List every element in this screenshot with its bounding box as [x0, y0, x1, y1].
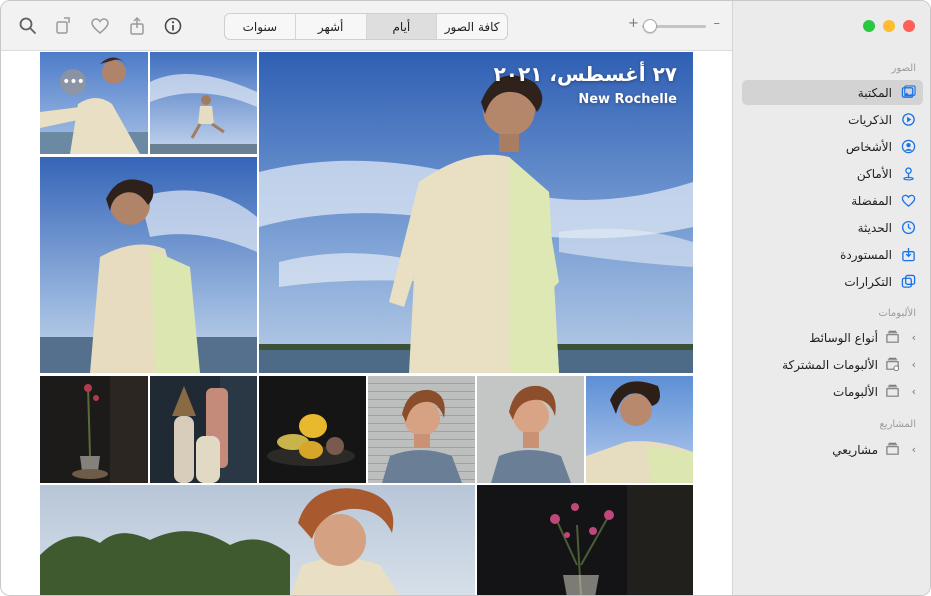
- sidebar-item-memories[interactable]: الذكريات: [742, 107, 923, 132]
- photo-thumb[interactable]: [40, 485, 475, 595]
- chevron-right-icon[interactable]: ›: [904, 331, 916, 344]
- close-window-button[interactable]: [903, 20, 915, 32]
- sidebar-item-imports[interactable]: المستوردة: [742, 242, 923, 267]
- segment-months[interactable]: أشهر: [294, 14, 366, 39]
- sidebar-item-label: الألبومات المشتركة: [782, 357, 878, 372]
- sidebar-item-label: المكتبة: [857, 85, 892, 100]
- minimize-window-button[interactable]: [883, 20, 895, 32]
- clock-icon: [900, 220, 916, 236]
- heart-icon[interactable]: [88, 14, 112, 38]
- heart-icon: [900, 193, 916, 209]
- sidebar-item-my-projects[interactable]: › مشاريعي: [742, 437, 923, 462]
- zoom-out-label: –: [713, 16, 721, 31]
- photo-thumb[interactable]: [477, 376, 584, 483]
- view-segmented-control: سنوات أشهر أيام كافة الصور: [224, 13, 508, 40]
- sidebar-item-label: المفضلة: [851, 193, 892, 208]
- moment-location[interactable]: New Rochelle: [494, 92, 677, 107]
- sidebar-item-label: أنواع الوسائط: [809, 330, 878, 345]
- sidebar-item-favorites[interactable]: المفضلة: [742, 188, 923, 213]
- segment-days[interactable]: أيام: [365, 14, 437, 39]
- photo-thumb[interactable]: [259, 376, 366, 483]
- share-icon[interactable]: [125, 14, 149, 38]
- section-header-albums: الألبومات: [878, 308, 916, 319]
- sidebar-item-label: الأماكن: [856, 166, 892, 181]
- duplicates-icon: [900, 274, 916, 290]
- sidebar-item-recents[interactable]: الحديثة: [742, 215, 923, 240]
- search-icon[interactable]: [16, 14, 40, 38]
- sidebar-item-label: الحديثة: [857, 220, 892, 235]
- folder-icon: [884, 330, 900, 346]
- sidebar-item-label: الأشخاص: [845, 139, 892, 154]
- import-icon: [900, 247, 916, 263]
- zoom-slider[interactable]: + –: [628, 16, 720, 36]
- sidebar-item-places[interactable]: الأماكن: [742, 161, 923, 186]
- section-header-photos: الصور: [891, 63, 917, 74]
- sidebar-item-label: المستوردة: [840, 247, 892, 262]
- sidebar-item-media-types[interactable]: › أنواع الوسائط: [742, 325, 923, 350]
- sidebar-item-label: الألبومات: [832, 384, 878, 399]
- chevron-right-icon[interactable]: ›: [904, 443, 916, 456]
- memories-icon: [900, 112, 916, 128]
- sidebar-item-shared-albums[interactable]: › الألبومات المشتركة: [742, 352, 923, 377]
- sidebar-item-people[interactable]: الأشخاص: [742, 134, 923, 159]
- photo-grid: ••• ٢٧ أغسطس، ٢٠٢١ New Rochelle: [1, 52, 732, 595]
- photo-thumb[interactable]: [150, 52, 257, 154]
- segment-all-photos[interactable]: كافة الصور: [436, 14, 507, 39]
- more-options-button[interactable]: •••: [60, 69, 86, 95]
- sidebar-item-albums[interactable]: › الألبومات: [742, 379, 923, 404]
- photo-thumb[interactable]: [586, 376, 693, 483]
- sidebar-item-label: مشاريعي: [832, 442, 878, 457]
- section-header-projects: المشاريع: [879, 419, 916, 430]
- sidebar-item-library[interactable]: المكتبة: [742, 80, 923, 105]
- folder-icon: [884, 384, 900, 400]
- sidebar-item-label: التكرارات: [844, 274, 892, 289]
- library-icon: [900, 85, 916, 101]
- people-icon: [900, 139, 916, 155]
- sidebar: الصور المكتبة الذكريات الأشخاص الأماكن ا…: [732, 1, 930, 595]
- photos-window: سنوات أشهر أيام كافة الصور + – ••• ٢٧ أغ…: [0, 0, 931, 596]
- rotate-icon[interactable]: [51, 14, 75, 38]
- segment-years[interactable]: سنوات: [225, 14, 295, 39]
- photo-thumb[interactable]: •••: [40, 52, 148, 154]
- photo-thumb[interactable]: [150, 376, 257, 483]
- photo-thumb[interactable]: [477, 485, 693, 595]
- moment-header: ٢٧ أغسطس، ٢٠٢١ New Rochelle: [494, 62, 677, 107]
- places-icon: [900, 166, 916, 182]
- shared-folder-icon: [884, 357, 900, 373]
- info-icon[interactable]: [161, 14, 185, 38]
- photo-thumb[interactable]: [40, 376, 148, 483]
- hero-photo[interactable]: ٢٧ أغسطس، ٢٠٢١ New Rochelle: [259, 52, 693, 373]
- chevron-right-icon[interactable]: ›: [904, 385, 916, 398]
- zoom-knob[interactable]: [643, 19, 657, 33]
- toolbar: سنوات أشهر أيام كافة الصور + –: [1, 1, 732, 51]
- folder-icon: [884, 442, 900, 458]
- photo-thumb[interactable]: [368, 376, 475, 483]
- sidebar-item-label: الذكريات: [848, 112, 892, 127]
- sidebar-item-duplicates[interactable]: التكرارات: [742, 269, 923, 294]
- moment-date: ٢٧ أغسطس، ٢٠٢١: [493, 62, 677, 86]
- photo-thumb[interactable]: [40, 157, 257, 373]
- chevron-right-icon[interactable]: ›: [904, 358, 916, 371]
- zoom-in-label: +: [628, 16, 639, 31]
- zoom-window-button[interactable]: [863, 20, 875, 32]
